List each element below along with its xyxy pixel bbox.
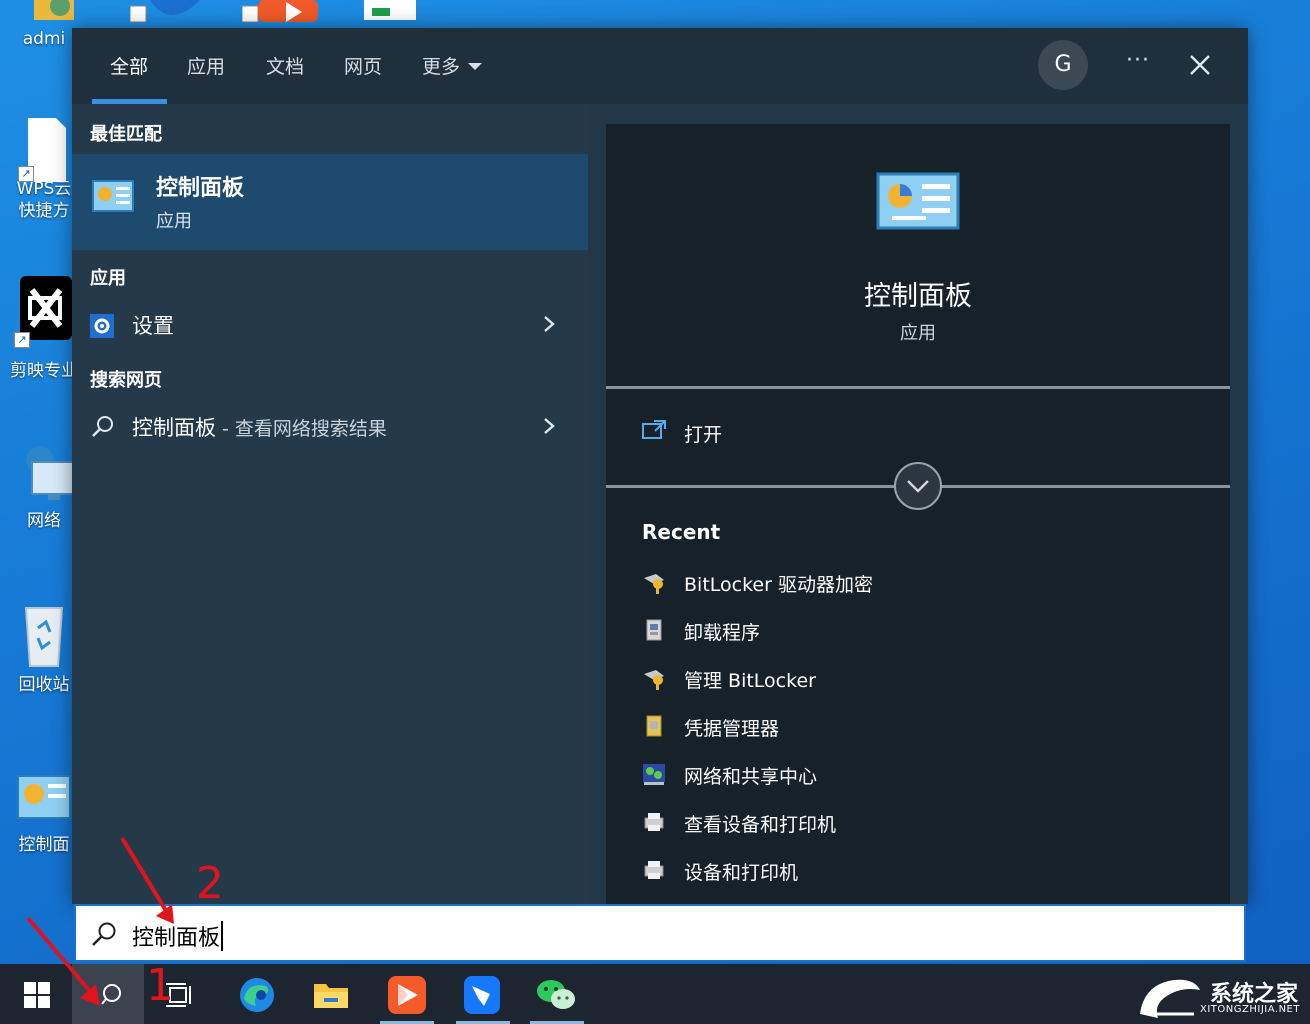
more-options-button[interactable]: ··· bbox=[1118, 48, 1158, 84]
recent-heading: Recent bbox=[642, 520, 721, 544]
search-input[interactable]: 控制面板 bbox=[74, 904, 1246, 962]
control-panel-desktop-icon bbox=[16, 774, 72, 822]
desktop-icon-jianying[interactable]: ↗ 剪映专业 bbox=[8, 276, 80, 382]
taskbar bbox=[0, 964, 1310, 1024]
close-button[interactable] bbox=[1180, 48, 1220, 84]
recent-item-manage-bitlocker[interactable]: 管理 BitLocker bbox=[642, 660, 1202, 700]
taskbar-video-app[interactable] bbox=[374, 964, 440, 1024]
tab-web[interactable]: 网页 bbox=[344, 52, 382, 79]
preview-subtitle: 应用 bbox=[900, 323, 936, 344]
results-pane: 最佳匹配 控制面板 应用 应用 设置 搜索网页 控制面板 - 查看网络搜索结果 bbox=[72, 104, 588, 904]
jianying-app-icon: ↗ bbox=[14, 276, 72, 348]
tab-more[interactable]: 更多 bbox=[422, 52, 483, 79]
settings-gear-icon bbox=[90, 314, 114, 338]
best-match-title: 控制面板 bbox=[156, 176, 245, 201]
taskbar-feishu[interactable] bbox=[450, 964, 516, 1024]
app-shortcut-icon-top bbox=[241, 0, 318, 24]
search-window: 全部 应用 文档 网页 更多 G ··· 最佳匹配 控制面板 应用 应用 设置 … bbox=[72, 28, 1248, 904]
recent-item-bitlocker[interactable]: BitLocker 驱动器加密 bbox=[642, 564, 1202, 604]
apps-heading: 应用 bbox=[90, 268, 126, 289]
video-editor-app-icon bbox=[388, 976, 426, 1014]
edge-shortcut-icon-top bbox=[129, 0, 200, 24]
network-center-icon bbox=[643, 764, 665, 785]
bitlocker-key-icon bbox=[644, 670, 664, 690]
annotation-arrow-1 bbox=[26, 916, 100, 1006]
recent-item-label: BitLocker 驱动器加密 bbox=[684, 574, 873, 596]
taskbar-edge[interactable] bbox=[224, 964, 290, 1024]
open-label: 打开 bbox=[684, 424, 723, 446]
control-panel-icon bbox=[92, 180, 134, 212]
tab-apps[interactable]: 应用 bbox=[187, 52, 225, 79]
chevron-down-icon bbox=[907, 480, 929, 493]
web-search-heading: 搜索网页 bbox=[90, 370, 162, 391]
recent-item-devices-printers[interactable]: 设备和打印机 bbox=[642, 852, 1202, 892]
tab-all[interactable]: 全部 bbox=[110, 52, 148, 79]
control-panel-large-icon bbox=[876, 172, 960, 230]
desktop-icon-network[interactable]: 网络 bbox=[8, 442, 80, 532]
preview-title: 控制面板 bbox=[864, 281, 972, 312]
chevron-right-icon bbox=[544, 418, 555, 434]
recent-item-label: 卸载程序 bbox=[684, 622, 761, 644]
recent-item-uninstall[interactable]: 卸载程序 bbox=[642, 612, 1202, 652]
taskbar-wechat[interactable] bbox=[524, 964, 590, 1024]
recent-item-label: 查看设备和打印机 bbox=[684, 814, 837, 836]
web-search-suffix: - 查看网络搜索结果 bbox=[216, 418, 387, 440]
recent-item-label: 设备和打印机 bbox=[684, 862, 799, 884]
recent-item-label: 网络和共享中心 bbox=[684, 766, 818, 788]
tab-more-label: 更多 bbox=[422, 56, 461, 78]
taskbar-file-explorer[interactable] bbox=[298, 964, 364, 1024]
search-icon bbox=[92, 416, 113, 437]
close-icon bbox=[1190, 55, 1210, 75]
best-match-heading: 最佳匹配 bbox=[90, 124, 162, 145]
desktop-admin-icon-top bbox=[30, 0, 78, 24]
recent-item-label: 凭据管理器 bbox=[684, 718, 780, 740]
best-match-result[interactable]: 控制面板 应用 bbox=[72, 154, 588, 250]
annotation-step-1: 1 bbox=[146, 960, 174, 1011]
web-search-label: 控制面板 - 查看网络搜索结果 bbox=[132, 412, 387, 442]
desktop-icon-wps[interactable]: ↗ WPS云 快捷方 bbox=[8, 118, 80, 222]
preview-pane: 控制面板 应用 打开 Recent BitLocker 驱动器加密 卸载程序 管… bbox=[606, 124, 1230, 904]
recent-item-credential-manager[interactable]: 凭据管理器 bbox=[642, 708, 1202, 748]
preview-divider-top bbox=[606, 386, 1230, 389]
best-match-subtitle: 应用 bbox=[156, 211, 192, 232]
account-avatar[interactable]: G bbox=[1038, 40, 1088, 90]
network-computer-icon bbox=[20, 442, 77, 502]
open-action[interactable]: 打开 bbox=[606, 408, 1230, 456]
printer-icon bbox=[644, 861, 664, 879]
printer-icon bbox=[644, 813, 664, 831]
tab-documents[interactable]: 文档 bbox=[266, 52, 304, 79]
wechat-icon bbox=[537, 980, 575, 1009]
bitlocker-key-icon bbox=[644, 574, 664, 594]
search-tab-bar: 全部 应用 文档 网页 更多 G ··· bbox=[72, 28, 1248, 104]
sheet-shortcut-icon-top bbox=[364, 0, 416, 24]
credential-manager-icon bbox=[646, 715, 662, 737]
annotation-arrow-2 bbox=[120, 836, 174, 924]
recent-item-view-devices-printers[interactable]: 查看设备和打印机 bbox=[642, 804, 1202, 844]
caret-down-icon bbox=[468, 63, 483, 70]
recent-item-label: 管理 BitLocker bbox=[684, 670, 816, 692]
wps-file-icon: ↗ bbox=[18, 118, 68, 182]
site-watermark: 系统之家 XITONGZHIJIA.NET bbox=[1134, 968, 1310, 1024]
text-cursor bbox=[221, 921, 224, 951]
open-external-icon bbox=[642, 420, 666, 439]
watermark-subtitle: XITONGZHIJIA.NET bbox=[1200, 1004, 1300, 1015]
uninstall-program-icon bbox=[646, 619, 662, 641]
edge-browser-icon bbox=[240, 978, 274, 1012]
result-web-search[interactable]: 控制面板 - 查看网络搜索结果 bbox=[72, 404, 588, 450]
desktop-icon-admin[interactable]: admi bbox=[8, 28, 80, 50]
expand-button[interactable] bbox=[894, 462, 942, 510]
desktop-icon-recycle-bin[interactable]: 回收站 bbox=[8, 602, 80, 696]
result-settings[interactable]: 设置 bbox=[72, 302, 588, 348]
desktop-icon-control-panel[interactable]: 控制面 bbox=[8, 774, 80, 856]
watermark-logo-icon bbox=[1140, 979, 1200, 1018]
recent-item-network-center[interactable]: 网络和共享中心 bbox=[642, 756, 1202, 796]
recycle-bin-icon bbox=[20, 602, 68, 668]
annotation-step-2: 2 bbox=[196, 858, 224, 909]
file-explorer-icon bbox=[314, 984, 348, 1008]
chat-app-icon bbox=[464, 976, 500, 1014]
chevron-right-icon bbox=[544, 316, 555, 332]
result-settings-label: 设置 bbox=[132, 314, 174, 338]
web-search-query: 控制面板 bbox=[132, 416, 216, 440]
